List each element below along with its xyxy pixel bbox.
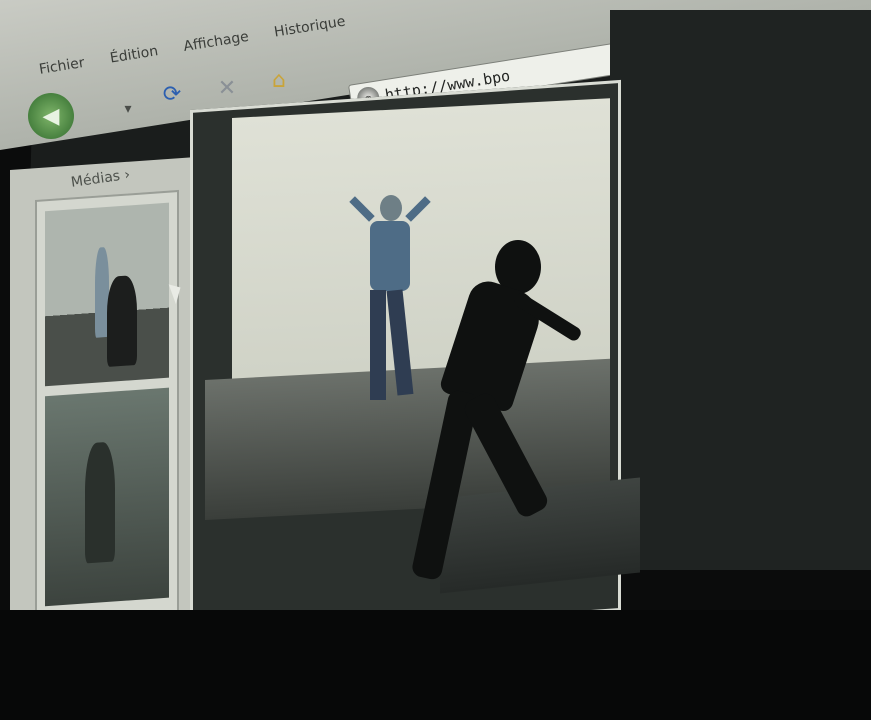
back-button[interactable]: ◀ bbox=[28, 93, 74, 139]
home-button[interactable]: ⌂ bbox=[260, 61, 298, 99]
performer-silhouette bbox=[410, 240, 590, 582]
thumbnail-column bbox=[35, 189, 179, 624]
stop-button[interactable]: ✕ bbox=[208, 69, 246, 107]
thumb-shadow-figure bbox=[107, 274, 137, 367]
video-thumbnail[interactable] bbox=[45, 202, 169, 387]
reload-icon: ⟳ bbox=[162, 81, 182, 107]
chevron-down-icon: ▾ bbox=[124, 101, 132, 117]
home-icon: ⌂ bbox=[272, 67, 286, 93]
back-arrow-icon: ◀ bbox=[42, 103, 60, 129]
history-dropdown[interactable]: ▾ bbox=[118, 90, 138, 128]
projection-wall bbox=[610, 10, 871, 570]
stage-floor bbox=[0, 610, 871, 720]
reload-button[interactable]: ⟳ bbox=[153, 75, 191, 113]
video-thumbnail[interactable] bbox=[45, 387, 169, 607]
thumb-shadow-figure bbox=[85, 441, 115, 564]
stop-icon: ✕ bbox=[217, 75, 237, 101]
